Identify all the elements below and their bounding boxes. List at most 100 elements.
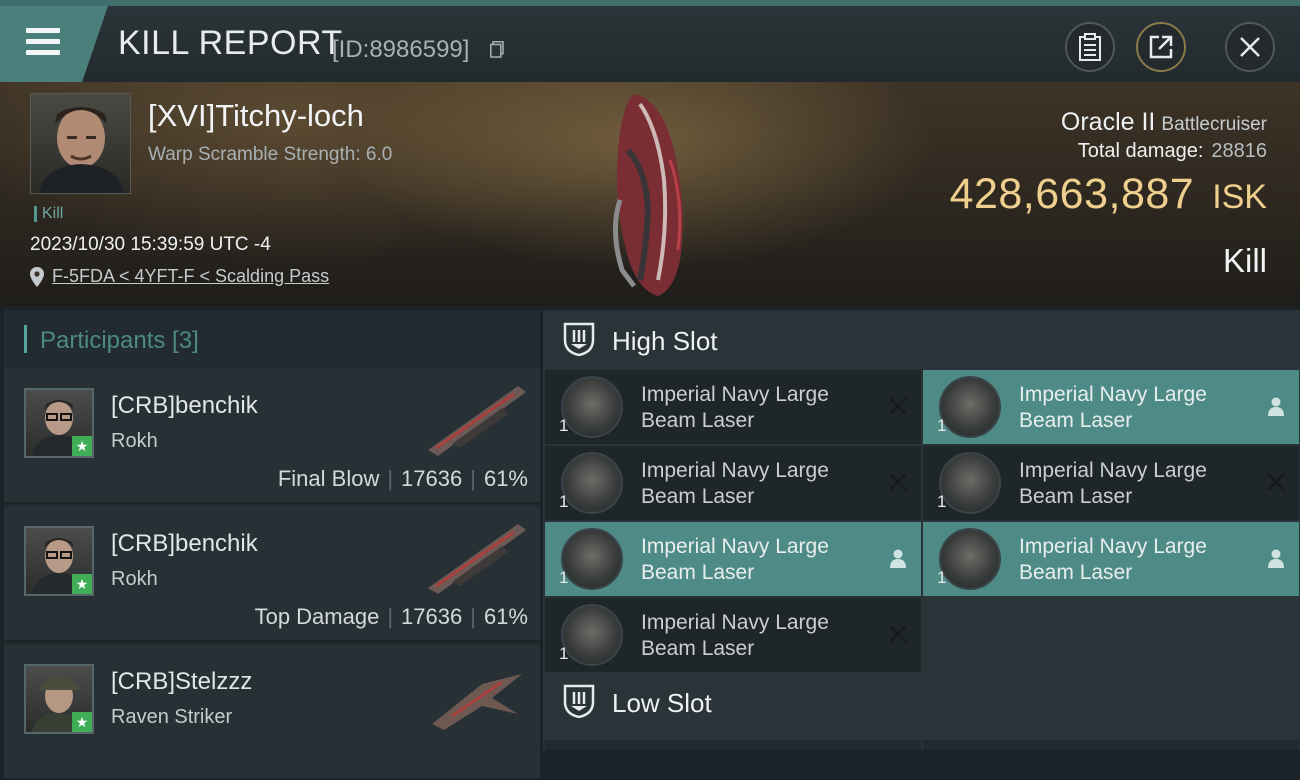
participants-header[interactable]: Participants [3] [4,310,540,369]
total-damage-value: 28816 [1211,140,1267,162]
high-slot-title: High Slot [612,326,718,356]
victim-portrait[interactable] [30,93,131,194]
participant-row[interactable]: ★ [CRB]benchik Rokh Top Damage | 17636 | 61% [4,506,540,642]
copy-icon[interactable] [490,41,504,58]
close-button[interactable] [1225,22,1275,72]
victim-name[interactable]: [XVI]Titchy-loch [148,98,364,134]
total-damage: Total damage: 28816 [1078,140,1267,163]
location-pin-icon [30,267,44,287]
module-name: Imperial Navy Large Beam Laser [641,611,829,660]
participant-ship-image [432,674,522,730]
header-bar: KILL REPORT [ID:8986599] [0,0,1300,82]
isk-unit: ISK [1212,178,1267,216]
dropped-person-icon [1268,397,1284,416]
total-damage-label: Total damage: [1077,140,1204,162]
isk-amount: 428,663,887 [949,170,1195,218]
module-slot[interactable]: 1 Imperial Navy Large Beam Laser [923,522,1299,596]
high-slot-icon [563,322,595,356]
participant-stats: Final Blow | 17636 | 61% [277,466,528,491]
destroyed-x-icon [889,397,907,415]
destroyed-x-icon [889,625,907,643]
destroyed-x-icon [1267,473,1285,491]
victim-ship-type: Oracle II Battlecruiser [1061,108,1267,137]
corp-star-icon: ★ [72,436,92,456]
module-slot[interactable]: 1 Imperial Navy Large Beam Laser [545,598,921,672]
participant-portrait: ★ [24,388,94,458]
participants-panel: Participants [3] ★ [CRB]benchik Rokh Fin… [4,310,540,780]
close-icon [1240,37,1260,57]
module-name: Imperial Navy Large Beam Laser [641,535,829,584]
participant-name: [CRB]Stelzzz [111,668,253,695]
beam-laser-icon [939,376,1001,438]
module-name: Imperial Navy Large Beam Laser [1019,459,1207,508]
module-quantity: 1 [559,644,569,663]
clipboard-icon [1079,33,1101,61]
participant-percent: 61% [483,604,528,629]
beam-laser-icon [561,452,623,514]
ship-name[interactable]: Oracle II [1061,108,1155,136]
participant-damage: 17636 [401,466,463,491]
module-name: Imperial Navy Large Beam Laser [1019,535,1207,584]
module-name: Imperial Navy Large Beam Laser [641,459,829,508]
beam-laser-icon [939,452,1001,514]
kill-result: Kill [1222,242,1267,279]
beam-laser-icon [939,528,1001,590]
destroyed-x-icon [889,473,907,491]
warp-scramble-strength: Warp Scramble Strength: 6.0 [148,144,393,165]
module-slot[interactable]: 1 Imperial Navy Large Beam Laser [923,446,1299,520]
corp-star-icon: ★ [72,574,92,594]
isk-value: 428,663,887 ISK [950,170,1267,219]
victim-avatar [39,107,125,193]
victim-ship-image[interactable] [600,90,710,300]
participant-role: Final Blow [277,466,380,491]
module-slot[interactable]: 1 Imperial Navy Large Beam Laser [545,522,921,596]
participant-stats: Top Damage | 17636 | 61% [254,604,528,629]
participant-role: Top Damage [254,604,380,629]
participant-portrait: ★ [24,664,94,734]
dropped-person-icon [890,549,906,568]
share-button[interactable] [1136,22,1186,72]
victim-summary-panel: [XVI]Titchy-loch Warp Scramble Strength:… [0,82,1300,306]
participant-ship-image [428,524,526,594]
beam-laser-icon [561,604,623,666]
participant-ship: Rokh [111,568,158,590]
participant-row[interactable]: ★ [CRB]Stelzzz Raven Striker [4,644,540,780]
clipboard-button[interactable] [1065,22,1115,72]
participant-name: [CRB]benchik [111,392,258,419]
ship-class: Battlecruiser [1161,114,1267,135]
hamburger-menu-icon [26,28,60,56]
participant-name: [CRB]benchik [111,530,258,557]
module-slot[interactable]: 1 Imperial Navy Large Beam Laser [923,370,1299,444]
report-id: [ID:8986599] [332,36,470,63]
menu-button[interactable] [0,6,108,82]
module-name: Imperial Navy Large Beam Laser [1019,383,1207,432]
module-quantity: 1 [937,416,947,435]
kill-location[interactable]: F-5FDA < 4YFT-F < Scalding Pass [30,266,329,287]
module-quantity: 1 [937,492,947,511]
participant-ship: Raven Striker [111,706,233,728]
low-slot-module-partial[interactable] [923,740,1299,750]
module-quantity: 1 [559,492,569,511]
low-slot-header: Low Slot [543,672,1300,730]
beam-laser-icon [561,376,623,438]
corp-star-icon: ★ [72,712,92,732]
participants-accent-bar [24,325,27,353]
low-slot-module-partial[interactable] [545,740,921,750]
fitting-slots-panel: High Slot 1 Imperial Navy Large Beam Las… [543,310,1300,750]
page-title: KILL REPORT [118,24,343,62]
location-link[interactable]: F-5FDA < 4YFT-F < Scalding Pass [52,266,329,286]
participant-row[interactable]: ★ [CRB]benchik Rokh Final Blow | 17636 | 61% [4,368,540,504]
participant-ship-image [428,386,526,456]
module-quantity: 1 [559,416,569,435]
module-quantity: 1 [937,568,947,587]
kill-datetime: 2023/10/30 15:39:59 UTC -4 [30,234,271,255]
low-slot-title: Low Slot [612,688,712,718]
kill-tag: Kill [34,206,63,222]
high-slot-header: High Slot [543,310,1300,368]
share-icon [1149,35,1173,59]
participant-ship: Rokh [111,430,158,452]
module-slot[interactable]: 1 Imperial Navy Large Beam Laser [545,446,921,520]
module-slot[interactable]: 1 Imperial Navy Large Beam Laser [545,370,921,444]
beam-laser-icon [561,528,623,590]
module-quantity: 1 [559,568,569,587]
